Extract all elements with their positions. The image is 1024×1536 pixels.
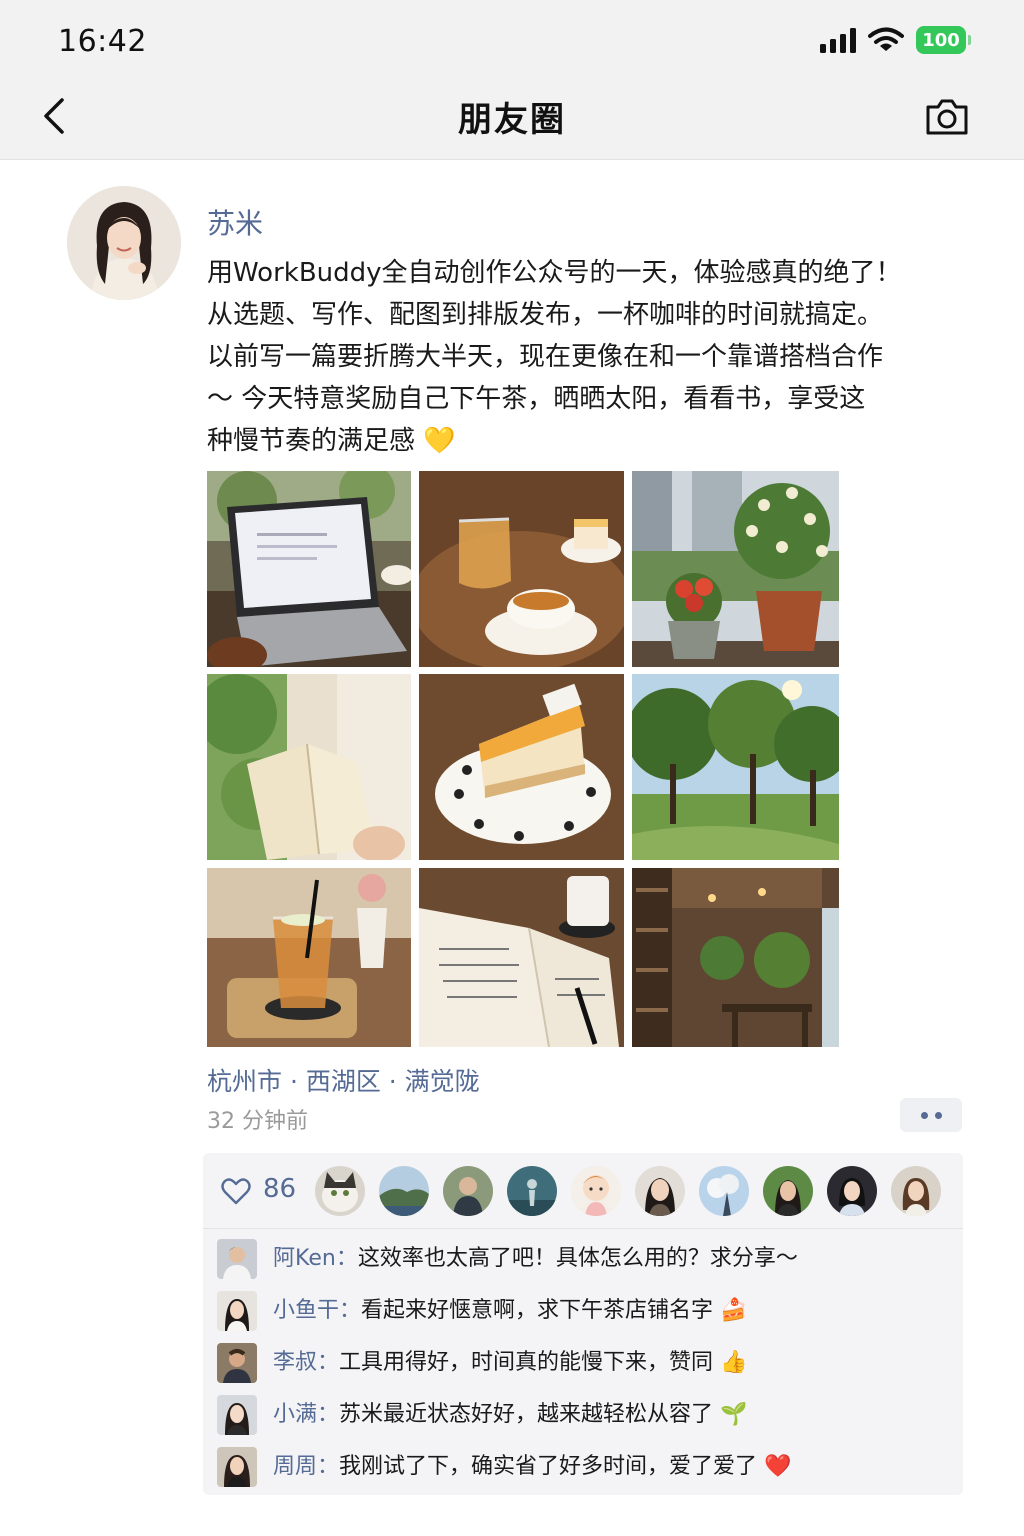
- like-count: 86: [263, 1174, 297, 1204]
- top-bar: 16:42 100 朋友圈: [0, 0, 1024, 160]
- post-location[interactable]: 杭州市 · 西湖区 · 满觉陇: [207, 1062, 480, 1098]
- comment-separator: ：: [339, 1298, 362, 1323]
- comment-text: 看起来好惬意啊，求下午茶店铺名字 🍰: [361, 1298, 748, 1323]
- comment-text-line: 李叔：工具用得好，时间真的能慢下来，赞同 👍: [273, 1347, 747, 1379]
- status-icons: 100: [820, 26, 971, 54]
- post-time: 32 分钟前: [207, 1109, 308, 1134]
- photo-cheesecake-slice[interactable]: [419, 674, 624, 860]
- battery-icon: 100: [916, 26, 971, 54]
- liker-avatar[interactable]: [635, 1166, 685, 1216]
- liker-avatar[interactable]: [315, 1166, 365, 1216]
- more-actions-button[interactable]: [900, 1098, 962, 1132]
- liker-avatar[interactable]: [443, 1166, 493, 1216]
- liker-avatar[interactable]: [699, 1166, 749, 1216]
- commenter-avatar[interactable]: [217, 1239, 257, 1279]
- comment-separator: ：: [317, 1350, 340, 1375]
- liker-avatar[interactable]: [827, 1166, 877, 1216]
- comment-item: 周周：我刚试了下，确实省了好多时间，爱了爱了 ❤️: [217, 1447, 957, 1487]
- post-text-line: 从选题、写作、配图到排版发布，一杯咖啡的时间就搞定。: [207, 300, 884, 330]
- commenter-name[interactable]: 小满: [273, 1402, 317, 1427]
- photo-grid: [207, 471, 839, 1047]
- commenter-name[interactable]: 周周: [273, 1454, 317, 1479]
- post-text: 用WorkBuddy全自动创作公众号的一天，体验感真的绝了！ 从选题、写作、配图…: [207, 252, 937, 462]
- photo-tea-and-cake[interactable]: [419, 471, 624, 667]
- likes-row: 86: [203, 1153, 963, 1229]
- author-name[interactable]: 苏米: [207, 202, 263, 242]
- comment-item: 小满：苏米最近状态好好，越来越轻松从容了 🌱: [217, 1395, 957, 1435]
- commenter-avatar[interactable]: [217, 1343, 257, 1383]
- photo-cafe-interior[interactable]: [632, 868, 839, 1047]
- commenter-avatar[interactable]: [217, 1395, 257, 1435]
- liker-avatar[interactable]: [379, 1166, 429, 1216]
- comment-separator: ：: [317, 1454, 340, 1479]
- comment-text: 苏米最近状态好好，越来越轻松从容了 🌱: [339, 1402, 748, 1427]
- commenter-avatar[interactable]: [217, 1447, 257, 1487]
- signal-icon: [820, 27, 856, 53]
- commenter-name[interactable]: 阿Ken: [273, 1246, 336, 1271]
- author-avatar[interactable]: [67, 186, 181, 300]
- comment-text-line: 周周：我刚试了下，确实省了好多时间，爱了爱了 ❤️: [273, 1451, 791, 1483]
- comment-text: 我刚试了下，确实省了好多时间，爱了爱了 ❤️: [339, 1454, 792, 1479]
- liker-avatar[interactable]: [571, 1166, 621, 1216]
- wifi-icon: [868, 27, 904, 51]
- camera-button[interactable]: [924, 97, 970, 137]
- comment-item: 阿Ken：这效率也太高了吧！具体怎么用的？求分享～: [217, 1239, 957, 1279]
- camera-icon: [926, 99, 968, 135]
- dot-icon: [920, 1111, 928, 1119]
- photo-notebook-and-coffee[interactable]: [419, 868, 624, 1047]
- post-text-line: 用WorkBuddy全自动创作公众号的一天，体验感真的绝了！: [207, 258, 902, 288]
- comment-item: 李叔：工具用得好，时间真的能慢下来，赞同 👍: [217, 1343, 957, 1383]
- commenter-avatar[interactable]: [217, 1291, 257, 1331]
- commenter-name[interactable]: 李叔: [273, 1350, 317, 1375]
- photo-potted-flowers[interactable]: [632, 471, 839, 667]
- comment-separator: ：: [335, 1246, 358, 1271]
- post-text-line: ～ 今天特意奖励自己下午茶，晒晒太阳，看看书，享受这: [207, 384, 866, 414]
- comment-text-line: 阿Ken：这效率也太高了吧！具体怎么用的？求分享～: [273, 1243, 798, 1275]
- interaction-panel: 86 阿Ken：这效率也太高了吧！具体怎么用的？求分享～ 小鱼干：看起来好惬意啊…: [203, 1153, 963, 1495]
- comment-text-line: 小鱼干：看起来好惬意啊，求下午茶店铺名字 🍰: [273, 1295, 747, 1327]
- photo-laptop-on-cafe-table[interactable]: [207, 471, 411, 667]
- comment-text-line: 小满：苏米最近状态好好，越来越轻松从容了 🌱: [273, 1399, 747, 1431]
- page-title: 朋友圈: [458, 100, 566, 140]
- post-text-line: 以前写一篇要折腾大半天，现在更像在和一个靠谱搭档合作: [207, 342, 884, 372]
- status-time: 16:42: [58, 24, 147, 59]
- commenter-name[interactable]: 小鱼干: [273, 1298, 339, 1323]
- comment-separator: ：: [317, 1402, 340, 1427]
- liker-avatar[interactable]: [891, 1166, 941, 1216]
- heart-icon[interactable]: [221, 1177, 251, 1205]
- comment-text: 这效率也太高了吧！具体怎么用的？求分享～: [357, 1246, 798, 1271]
- comment-text: 工具用得好，时间真的能慢下来，赞同 👍: [339, 1350, 748, 1375]
- comment-item: 小鱼干：看起来好惬意啊，求下午茶店铺名字 🍰: [217, 1291, 957, 1331]
- post-text-line: 种慢节奏的满足感 💛: [207, 426, 456, 456]
- liker-avatar[interactable]: [763, 1166, 813, 1216]
- photo-reading-book[interactable]: [207, 674, 411, 860]
- liker-avatar[interactable]: [507, 1166, 557, 1216]
- photo-park-trees[interactable]: [632, 674, 839, 860]
- photo-iced-tea[interactable]: [207, 868, 411, 1047]
- dot-icon: [934, 1111, 942, 1119]
